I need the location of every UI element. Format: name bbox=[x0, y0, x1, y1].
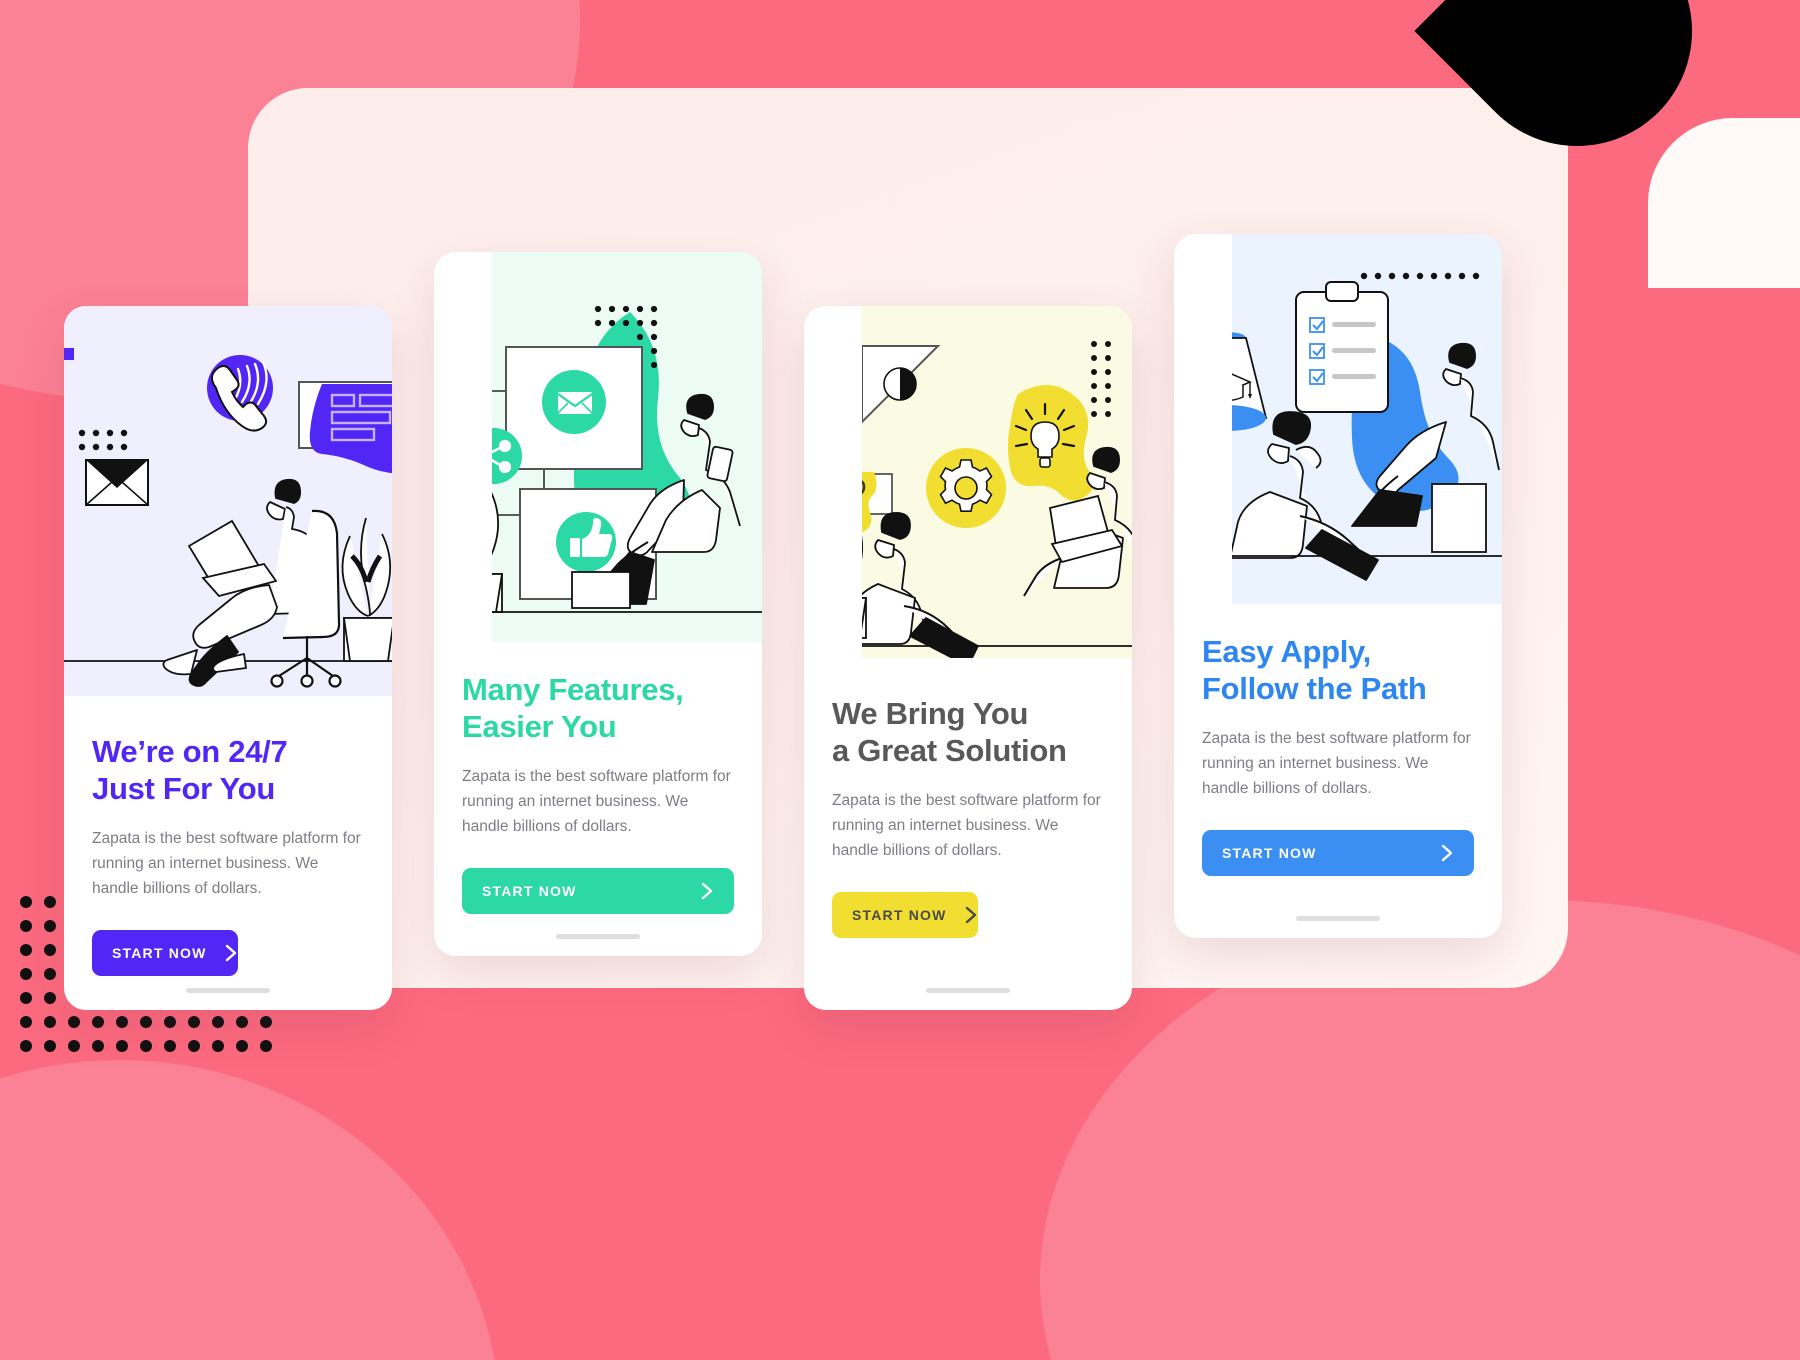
dot bbox=[20, 992, 32, 1004]
dot bbox=[260, 1040, 272, 1052]
white-wedge-decoration bbox=[1648, 118, 1800, 288]
background-dot-grid-left bbox=[20, 896, 68, 1016]
dot bbox=[44, 944, 56, 956]
dot bbox=[20, 896, 32, 908]
card-4-description: Zapata is the best software platform for… bbox=[1202, 730, 1471, 797]
dot bbox=[212, 1016, 224, 1028]
chevron-right-icon bbox=[701, 882, 714, 900]
home-indicator-bar[interactable] bbox=[556, 934, 640, 939]
dot bbox=[20, 920, 32, 932]
home-indicator-bar[interactable] bbox=[1296, 916, 1380, 921]
card-4-illustration bbox=[1174, 234, 1502, 604]
card-3-cta-label: START NOW bbox=[852, 906, 947, 923]
background-dot-grid-bottom bbox=[20, 1016, 284, 1064]
hero-left-white-strip bbox=[1174, 234, 1232, 604]
dot bbox=[20, 1040, 32, 1052]
dot bbox=[188, 1040, 200, 1052]
card-2-start-now-button[interactable]: START NOW bbox=[462, 867, 734, 914]
card-4-start-now-button[interactable]: START NOW bbox=[1202, 829, 1474, 876]
chevron-right-icon bbox=[1441, 844, 1454, 862]
hero-left-white-strip bbox=[434, 252, 492, 642]
card-4-title: Easy Apply, Follow the Path bbox=[1202, 634, 1427, 706]
card-3-illustration bbox=[804, 306, 1132, 658]
chat-bubble-icon bbox=[298, 381, 392, 474]
hero-left-white-strip bbox=[804, 306, 862, 658]
onboarding-card-1[interactable]: We’re on 24/7 Just For You Zapata is the… bbox=[64, 306, 392, 1010]
home-indicator-bar[interactable] bbox=[186, 988, 270, 993]
dot bbox=[140, 1016, 152, 1028]
card-3-body: We Bring You a Great Solution Zapata is … bbox=[804, 658, 1132, 1010]
dot bbox=[44, 896, 56, 908]
dot bbox=[20, 968, 32, 980]
dot bbox=[212, 1040, 224, 1052]
step-box bbox=[571, 571, 631, 609]
dot bbox=[92, 1040, 104, 1052]
dot bbox=[164, 1016, 176, 1028]
card-3-description: Zapata is the best software platform for… bbox=[832, 792, 1101, 859]
onboarding-card-4[interactable]: Easy Apply, Follow the Path Zapata is th… bbox=[1174, 234, 1502, 938]
card-1-illustration bbox=[64, 306, 392, 696]
dot bbox=[92, 1016, 104, 1028]
dot bbox=[68, 1016, 80, 1028]
card-3-start-now-button[interactable]: START NOW bbox=[832, 891, 978, 938]
dot bbox=[236, 1040, 248, 1052]
dot bbox=[44, 1016, 56, 1028]
card-4-cta-label: START NOW bbox=[1222, 844, 1317, 861]
card-2-cta-label: START NOW bbox=[482, 882, 577, 899]
home-indicator-bar[interactable] bbox=[926, 988, 1010, 993]
laptop-icon bbox=[187, 519, 278, 598]
dot bbox=[44, 992, 56, 1004]
dot bbox=[188, 1016, 200, 1028]
dot bbox=[20, 1016, 32, 1028]
gear-icon bbox=[926, 448, 1006, 528]
card-2-description: Zapata is the best software platform for… bbox=[462, 768, 731, 835]
card-1-title: We’re on 24/7 Just For You bbox=[92, 734, 288, 806]
dot bbox=[236, 1016, 248, 1028]
triangle-circle-icon bbox=[861, 345, 941, 425]
dot-grid-icon bbox=[1091, 341, 1111, 417]
card-1-description: Zapata is the best software platform for… bbox=[92, 830, 361, 897]
dot bbox=[116, 1016, 128, 1028]
dot-row-icon bbox=[1360, 272, 1480, 280]
card-4-body: Easy Apply, Follow the Path Zapata is th… bbox=[1174, 604, 1502, 938]
dot bbox=[44, 968, 56, 980]
envelope-icon bbox=[558, 392, 592, 414]
clipboard-checklist-icon bbox=[1295, 281, 1389, 413]
card-1-cta-label: START NOW bbox=[112, 944, 207, 961]
dot bbox=[140, 1040, 152, 1052]
card-2-title: Many Features, Easier You bbox=[462, 672, 684, 744]
dot bbox=[20, 944, 32, 956]
dot bbox=[44, 1040, 56, 1052]
onboarding-card-3[interactable]: We Bring You a Great Solution Zapata is … bbox=[804, 306, 1132, 1010]
dot bbox=[260, 1016, 272, 1028]
card-1-body: We’re on 24/7 Just For You Zapata is the… bbox=[64, 696, 392, 1010]
card-2-body: Many Features, Easier You Zapata is the … bbox=[434, 642, 762, 956]
card-3-title: We Bring You a Great Solution bbox=[832, 696, 1067, 768]
card-1-start-now-button[interactable]: START NOW bbox=[92, 929, 238, 976]
plant-icon bbox=[341, 517, 392, 662]
lightbulb-icon bbox=[1008, 385, 1095, 501]
dot bbox=[44, 920, 56, 932]
dot bbox=[68, 1040, 80, 1052]
pedestal-block bbox=[1431, 483, 1487, 553]
smartphone-icon bbox=[706, 445, 734, 483]
onboarding-card-2[interactable]: Many Features, Easier You Zapata is the … bbox=[434, 252, 762, 956]
envelope-icon bbox=[85, 459, 149, 506]
dot-grid-icon bbox=[78, 429, 128, 451]
accent-square bbox=[64, 348, 74, 360]
dot bbox=[116, 1040, 128, 1052]
background-blob-bottom-left bbox=[0, 1060, 500, 1360]
dot bbox=[164, 1040, 176, 1052]
card-2-illustration bbox=[434, 252, 762, 642]
person-at-desk-with-laptop-illustration bbox=[64, 348, 392, 688]
feature-card-envelope bbox=[505, 346, 643, 470]
chevron-right-icon bbox=[225, 944, 238, 962]
chevron-right-icon bbox=[965, 906, 978, 924]
